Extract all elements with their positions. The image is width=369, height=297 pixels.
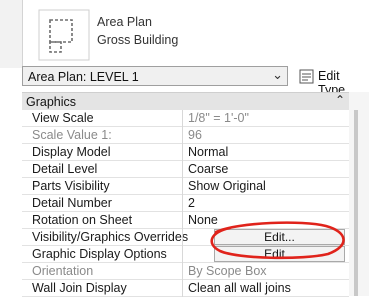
property-row-graphic-display-options: Graphic Display Options Edit... (22, 246, 349, 263)
property-name: Visibility/Graphics Overrides (32, 230, 189, 244)
left-panel-edge (0, 0, 23, 68)
property-value: By Scope Box (188, 264, 267, 278)
property-value[interactable]: Show Original (188, 179, 266, 193)
column-divider (182, 246, 183, 263)
property-value[interactable]: Coarse (188, 162, 228, 176)
property-row-visibility-graphics-overrides: Visibility/Graphics Overrides Edit... (22, 229, 349, 246)
property-name: Display Model (32, 145, 111, 159)
section-header-graphics[interactable]: Graphics ⌃ (22, 92, 349, 110)
edit-type-icon (299, 69, 315, 88)
property-value: 96 (188, 128, 202, 142)
type-selector-header[interactable]: Area Plan Gross Building (0, 0, 369, 68)
property-name: View Scale (32, 111, 94, 125)
column-divider (182, 229, 183, 246)
property-row-rotation-on-sheet[interactable]: Rotation on Sheet None (22, 212, 349, 229)
section-label: Graphics (26, 95, 77, 109)
type-family-label: Area Plan (97, 15, 152, 29)
chevron-down-icon[interactable]: ⌄ (272, 67, 283, 83)
property-name: Orientation (32, 264, 94, 278)
edit-type-button[interactable]: Edit Type (299, 68, 369, 97)
property-row-display-model[interactable]: Display Model Normal (22, 144, 349, 161)
property-value[interactable]: 2 (188, 196, 195, 210)
properties-scrollbar[interactable] (349, 92, 369, 296)
property-row-detail-number[interactable]: Detail Number 2 (22, 195, 349, 212)
property-value[interactable]: None (188, 213, 218, 227)
column-divider (182, 212, 183, 229)
collapse-icon[interactable]: ⌃ (335, 93, 345, 107)
column-divider (182, 144, 183, 161)
property-name: Detail Level (32, 162, 98, 176)
property-name: Graphic Display Options (32, 247, 167, 261)
type-name-label: Gross Building (97, 33, 179, 47)
column-divider (182, 161, 183, 178)
instance-selector-row: Area Plan: LEVEL 1 ⌄ Edit Type (0, 66, 369, 97)
graphic-display-options-edit-button[interactable]: Edit... (214, 246, 345, 262)
property-name: Wall Join Display (32, 281, 127, 295)
property-row-scale-value: Scale Value 1: 96 (22, 127, 349, 144)
scrollbar-thumb[interactable] (354, 110, 358, 296)
column-divider (182, 280, 183, 297)
property-name: Scale Value 1: (32, 128, 112, 142)
vg-overrides-edit-button[interactable]: Edit... (214, 229, 345, 245)
property-value[interactable]: Clean all wall joins (188, 281, 291, 295)
property-row-view-scale[interactable]: View Scale 1/8" = 1'-0" (22, 110, 349, 127)
properties-grid: Graphics ⌃ View Scale 1/8" = 1'-0" Scale… (22, 92, 349, 297)
column-divider (182, 178, 183, 195)
column-divider (182, 263, 183, 280)
property-row-detail-level[interactable]: Detail Level Coarse (22, 161, 349, 178)
property-value[interactable]: Normal (188, 145, 228, 159)
property-row-orientation: Orientation By Scope Box (22, 263, 349, 280)
view-instance-dropdown[interactable]: Area Plan: LEVEL 1 ⌄ (22, 66, 288, 86)
column-divider (182, 127, 183, 144)
property-name: Parts Visibility (32, 179, 110, 193)
column-divider (182, 195, 183, 212)
column-divider (182, 110, 183, 127)
property-value[interactable]: 1/8" = 1'-0" (188, 111, 249, 125)
dropdown-selected-value: Area Plan: LEVEL 1 (28, 70, 139, 84)
area-plan-icon (38, 4, 90, 62)
property-name: Detail Number (32, 196, 112, 210)
property-row-wall-join-display[interactable]: Wall Join Display Clean all wall joins (22, 280, 349, 297)
property-row-parts-visibility[interactable]: Parts Visibility Show Original (22, 178, 349, 195)
property-name: Rotation on Sheet (32, 213, 133, 227)
